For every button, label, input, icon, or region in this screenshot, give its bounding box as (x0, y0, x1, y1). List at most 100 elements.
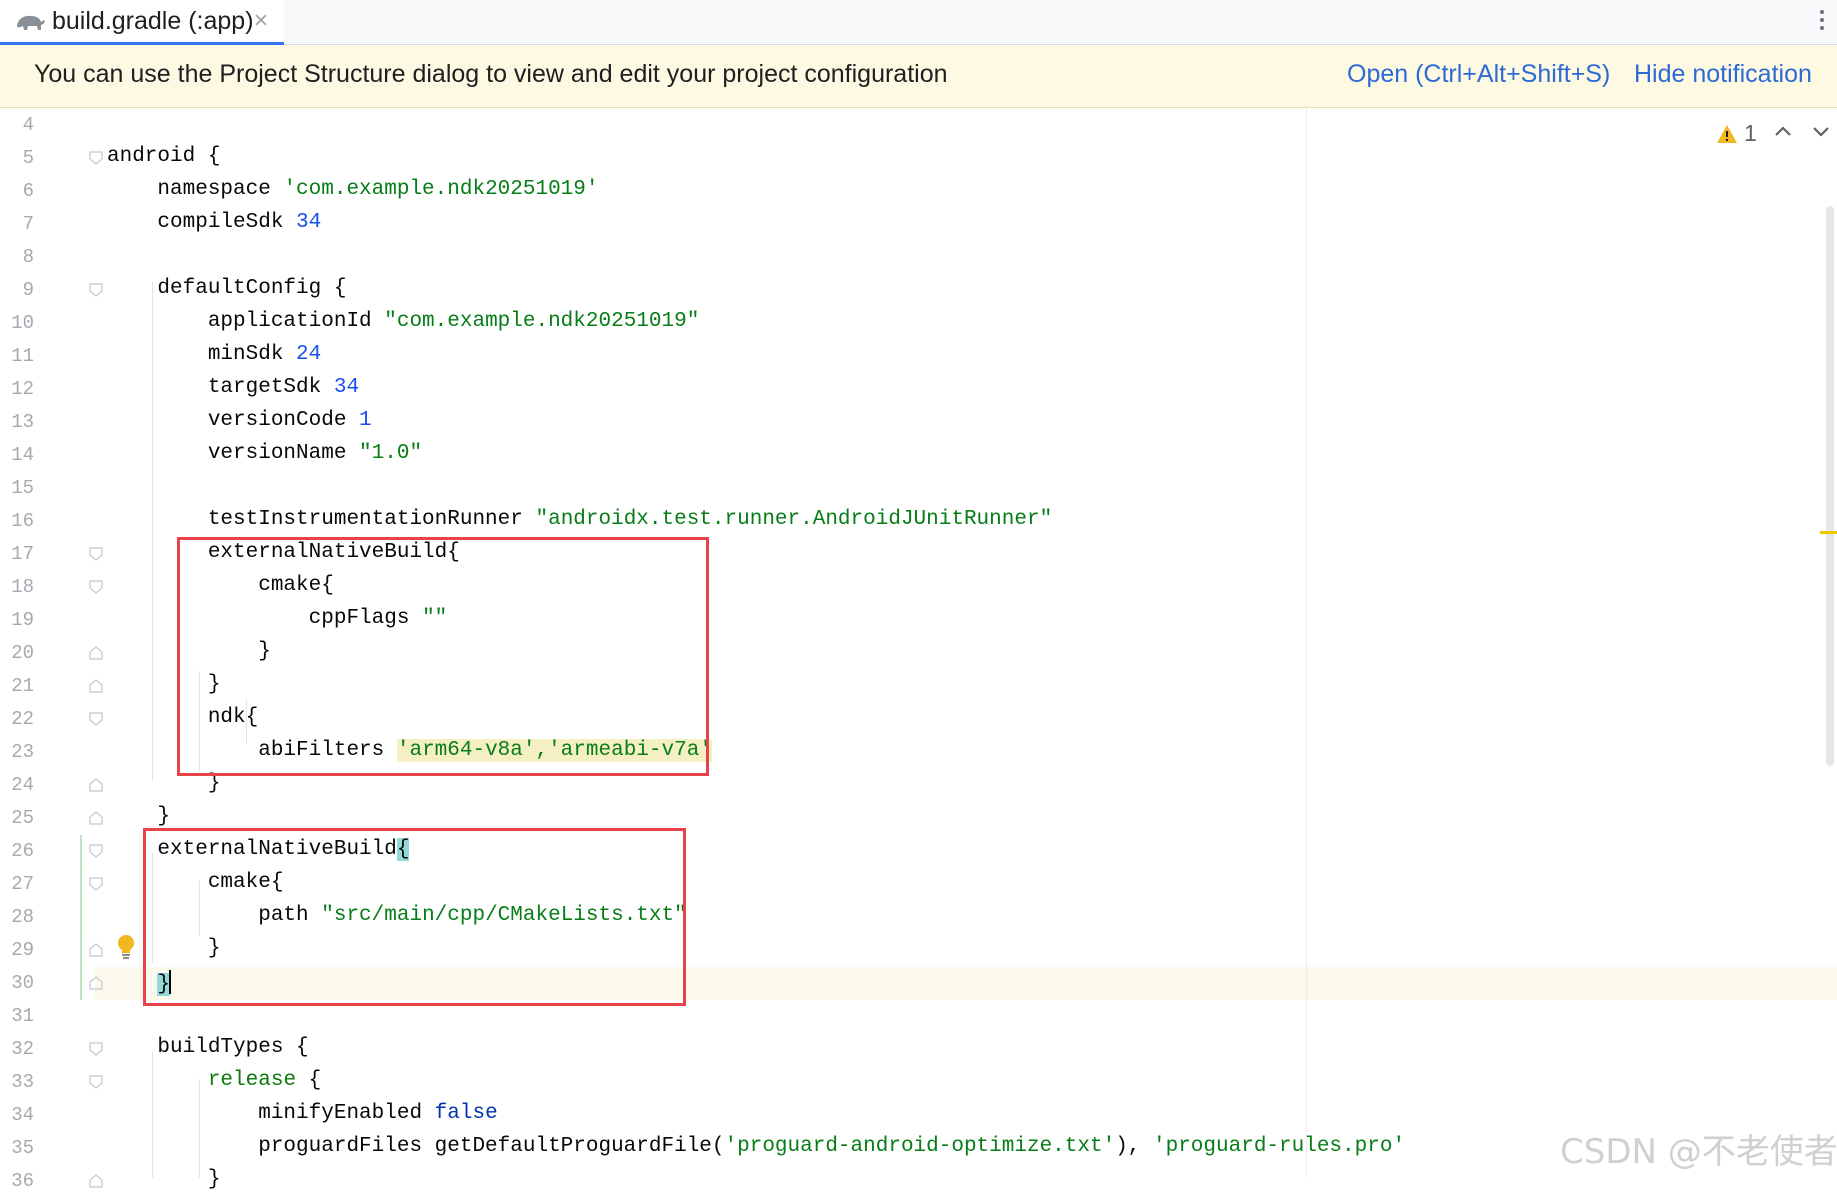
line-number: 9 (22, 279, 34, 301)
right-margin-guide (1306, 108, 1307, 1178)
code-token: versionCode (107, 409, 360, 432)
more-options-icon[interactable] (1819, 10, 1825, 34)
code-token: compileSdk (107, 211, 297, 234)
code-token: release (207, 1069, 297, 1092)
code-token: minSdk (107, 343, 297, 366)
lightbulb-icon[interactable] (116, 934, 136, 960)
code-token: abiFilters (107, 739, 397, 762)
tab-build-gradle-app[interactable]: build.gradle (:app) × (0, 0, 284, 45)
code-token: } (107, 805, 171, 828)
code-line: compileSdk 34 (107, 211, 321, 234)
fold-close-icon[interactable] (89, 811, 103, 825)
line-number: 29 (11, 939, 34, 961)
code-token: ), (1115, 1135, 1153, 1158)
tab-close-icon[interactable]: × (254, 7, 268, 35)
fold-close-icon[interactable] (89, 679, 103, 693)
code-token: targetSdk (107, 376, 334, 399)
fold-close-icon[interactable] (89, 778, 103, 792)
fold-close-icon[interactable] (89, 646, 103, 660)
indent-guide (199, 1079, 200, 1178)
code-token: android { (107, 145, 221, 168)
line-number: 20 (11, 642, 34, 664)
code-line: path "src/main/cpp/CMakeLists.txt" (107, 904, 687, 927)
code-line: buildTypes { (107, 1036, 309, 1059)
fold-open-icon[interactable] (89, 844, 103, 858)
code-token: 'arm64-v8a','armeabi-v7a' (396, 739, 712, 762)
chevron-down-icon[interactable] (1810, 122, 1832, 140)
line-number: 5 (22, 147, 34, 169)
code-line: testInstrumentationRunner "androidx.test… (107, 508, 1052, 531)
code-token: 'proguard-android-optimize.txt' (724, 1135, 1116, 1158)
editor-tab-bar: build.gradle (:app) × (0, 0, 1837, 45)
code-line: release { (107, 1069, 321, 1092)
code-line: } (107, 970, 172, 996)
gradle-elephant-icon (17, 15, 45, 30)
line-number: 16 (11, 510, 34, 532)
code-line: defaultConfig { (107, 277, 346, 300)
open-project-structure-link[interactable]: Open (Ctrl+Alt+Shift+S) (1347, 60, 1610, 89)
code-line: namespace 'com.example.ndk20251019' (107, 178, 599, 201)
line-number: 19 (11, 609, 34, 631)
line-number: 11 (11, 345, 34, 367)
code-line: applicationId "com.example.ndk20251019" (107, 310, 700, 333)
code-token: versionName (107, 442, 360, 465)
code-line: } (107, 805, 170, 828)
code-line: externalNativeBuild{ (107, 541, 460, 564)
line-number: 26 (11, 840, 34, 862)
line-number: 4 (22, 114, 34, 136)
code-token: externalNativeBuild{ (107, 541, 460, 564)
line-number: 32 (11, 1038, 34, 1060)
current-line-highlight (0, 967, 1837, 1000)
code-token: "com.example.ndk20251019" (384, 310, 700, 333)
fold-open-icon[interactable] (89, 1075, 103, 1089)
code-token: false (434, 1102, 498, 1125)
code-line: minSdk 24 (107, 343, 321, 366)
fold-open-icon[interactable] (89, 283, 103, 297)
code-token: minifyEnabled (107, 1102, 435, 1125)
hide-notification-link[interactable]: Hide notification (1634, 60, 1812, 89)
code-line: } (107, 1168, 221, 1191)
fold-close-icon[interactable] (89, 943, 103, 957)
line-number: 18 (11, 576, 34, 598)
code-token: "src/main/cpp/CMakeLists.txt" (321, 904, 687, 927)
code-token: defaultConfig { (107, 277, 347, 300)
code-token: buildTypes { (107, 1036, 309, 1059)
code-token: path (107, 904, 322, 927)
warning-icon (1717, 125, 1737, 143)
code-line: versionCode 1 (107, 409, 372, 432)
code-token: 'proguard-rules.pro' (1153, 1135, 1406, 1158)
code-line: } (107, 640, 271, 663)
code-line: versionName "1.0" (107, 442, 422, 465)
line-number: 28 (11, 906, 34, 928)
code-token: { (396, 838, 410, 861)
code-token: 34 (333, 376, 360, 399)
code-token: } (107, 1168, 221, 1191)
chevron-up-icon[interactable] (1772, 122, 1794, 140)
line-number: 34 (11, 1104, 34, 1126)
code-line: proguardFiles getDefaultProguardFile('pr… (107, 1135, 1405, 1158)
vcs-change-marker (80, 835, 82, 1000)
fold-open-icon[interactable] (89, 877, 103, 891)
code-token: } (107, 772, 221, 795)
code-token: { (296, 1069, 322, 1092)
line-number: 21 (11, 675, 34, 697)
code-token: testInstrumentationRunner (107, 508, 536, 531)
fold-open-icon[interactable] (89, 580, 103, 594)
vertical-scrollbar[interactable] (1826, 206, 1834, 766)
line-number: 7 (22, 213, 34, 235)
fold-open-icon[interactable] (89, 712, 103, 726)
line-number: 27 (11, 873, 34, 895)
warning-stripe-marker[interactable] (1820, 531, 1837, 534)
fold-open-icon[interactable] (89, 1042, 103, 1056)
fold-open-icon[interactable] (89, 151, 103, 165)
code-editor[interactable]: 4 5 android {6 namespace 'com.example.ndk2… (0, 108, 1837, 1192)
line-number: 12 (11, 378, 34, 400)
fold-close-icon[interactable] (89, 976, 103, 990)
line-number: 31 (11, 1005, 34, 1027)
code-line: targetSdk 34 (107, 376, 359, 399)
fold-open-icon[interactable] (89, 547, 103, 561)
code-token: 'com.example.ndk20251019' (283, 178, 599, 201)
fold-close-icon[interactable] (89, 1174, 103, 1188)
code-token: } (107, 673, 221, 696)
